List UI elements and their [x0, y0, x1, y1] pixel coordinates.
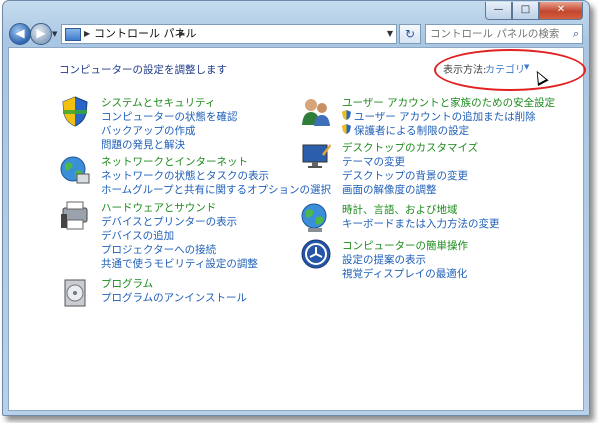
control-panel-window: — □ ✕ ◀ ▶ ▼ ▶ コントロール パネル ▶ ▼ ↻ ⌕ コンピューター… — [2, 0, 590, 416]
category-title[interactable]: コンピューターの簡単操作 — [342, 238, 468, 253]
shield-security-icon — [62, 96, 88, 127]
search-icon[interactable]: ⌕ — [573, 25, 579, 43]
close-button[interactable]: ✕ — [539, 2, 583, 20]
category-link[interactable]: ネットワークの状態とタスクの表示 — [101, 168, 269, 183]
forward-button[interactable]: ▶ — [30, 23, 52, 45]
category-title[interactable]: ハードウェアとサウンド — [101, 200, 216, 215]
desktop-customize-icon — [302, 144, 331, 168]
arrow-right-icon: ▶ — [36, 26, 46, 40]
back-button[interactable]: ◀ — [9, 23, 31, 45]
category-link[interactable]: 画面の解像度の調整 — [342, 182, 437, 197]
globe-network-icon — [60, 156, 90, 184]
category-link[interactable]: 共通で使うモビリティ設定の調整 — [101, 256, 258, 271]
page-title: コンピューターの設定を調整します — [59, 64, 227, 76]
breadcrumb-separator-icon[interactable]: ▶ — [84, 25, 90, 43]
window-caption-buttons: — □ ✕ — [485, 2, 583, 20]
category-link[interactable]: プログラムのアンインストール — [101, 290, 247, 305]
highlight-annotation — [434, 49, 586, 91]
category-link[interactable]: バックアップの作成 — [101, 123, 196, 138]
address-bar[interactable]: ▶ コントロール パネル ▶ ▼ — [61, 24, 397, 44]
category-link[interactable]: ユーザー アカウントの追加または削除 — [354, 109, 536, 124]
recent-pages-dropdown[interactable]: ▼ — [52, 30, 57, 38]
category-title[interactable]: デスクトップのカスタマイズ — [342, 140, 478, 155]
category-title[interactable]: プログラム — [101, 276, 153, 291]
category-link[interactable]: テーマの変更 — [342, 154, 405, 169]
category-link[interactable]: ホームグループと共有に関するオプションの選択 — [101, 182, 331, 197]
category-title[interactable]: 時計、言語、および地域 — [342, 202, 458, 217]
printer-speaker-icon — [61, 201, 88, 230]
uac-shield-icon — [342, 124, 351, 134]
category-link[interactable]: コンピューターの状態を確認 — [101, 109, 238, 124]
category-link[interactable]: デスクトップの背景の変更 — [342, 168, 468, 183]
maximize-button[interactable]: □ — [512, 2, 539, 20]
minimize-button[interactable]: — — [485, 2, 512, 20]
category-title[interactable]: ユーザー アカウントと家族のための安全設定 — [342, 95, 555, 110]
chevron-down-icon: ▼ — [52, 30, 58, 38]
category-link[interactable]: デバイスとプリンターの表示 — [101, 214, 237, 229]
category-link[interactable]: デバイスの追加 — [101, 228, 174, 243]
category-link[interactable]: 保護者による制限の設定 — [354, 123, 469, 138]
refresh-button[interactable]: ↻ — [399, 24, 421, 44]
navigation-bar: ◀ ▶ ▼ ▶ コントロール パネル ▶ ▼ ↻ ⌕ — [9, 23, 583, 45]
arrow-left-icon: ◀ — [15, 26, 25, 40]
category-link[interactable]: 問題の発見と解決 — [101, 137, 185, 152]
uac-shield-icon — [342, 110, 351, 120]
breadcrumb-separator-icon[interactable]: ▶ — [179, 25, 185, 43]
ease-of-access-icon — [301, 239, 331, 269]
programs-disc-icon — [64, 279, 86, 307]
category-link[interactable]: プロジェクターへの接続 — [101, 242, 216, 257]
content-area: コンピューターの設定を調整します 表示方法: カテゴリ ▼ システムとセキュリテ… — [8, 47, 586, 411]
category-link[interactable]: 設定の提案の表示 — [342, 252, 426, 267]
users-icon — [302, 99, 330, 126]
address-history-dropdown-icon[interactable]: ▼ — [387, 25, 393, 43]
refresh-icon: ↻ — [404, 27, 416, 41]
category-link[interactable]: 視覚ディスプレイの最適化 — [342, 266, 467, 281]
category-link[interactable]: キーボードまたは入力方法の変更 — [342, 216, 500, 231]
category-title[interactable]: システムとセキュリティ — [101, 95, 216, 110]
search-input[interactable] — [430, 26, 560, 41]
search-box[interactable]: ⌕ — [425, 24, 583, 44]
category-title[interactable]: ネットワークとインターネット — [101, 154, 248, 169]
control-panel-icon — [65, 28, 81, 41]
clock-globe-icon — [301, 203, 327, 232]
